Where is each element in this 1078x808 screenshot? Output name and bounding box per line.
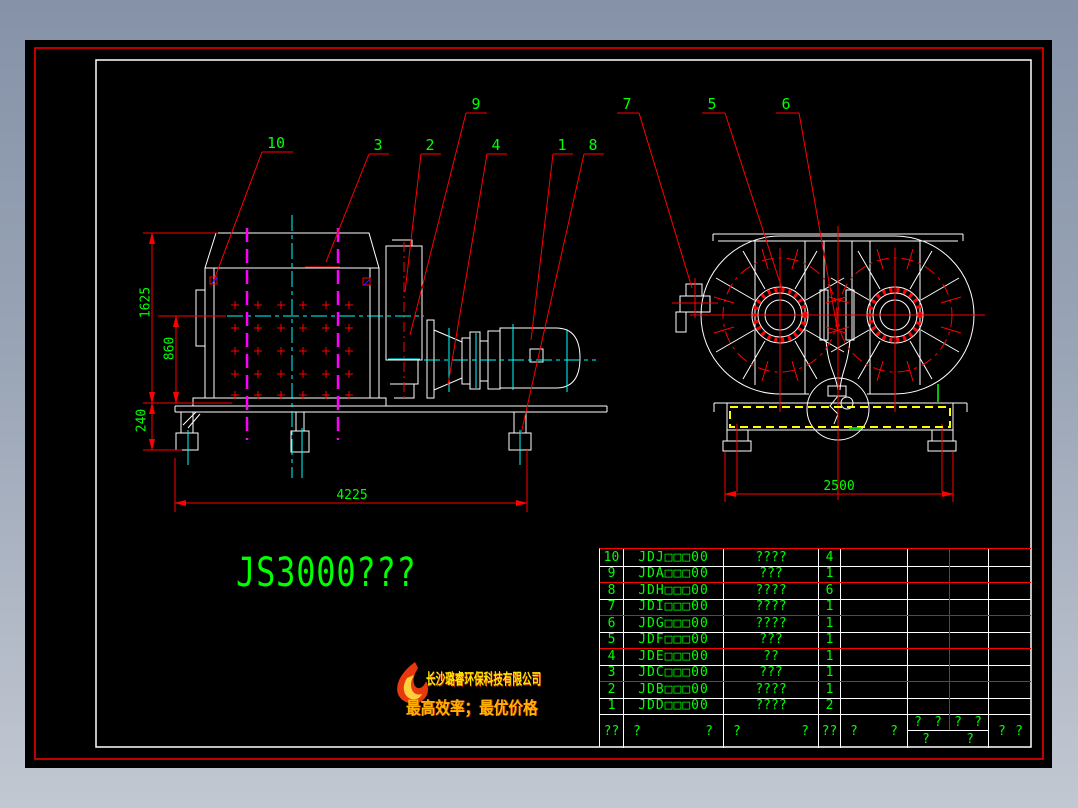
item-code: JDE□□□00 (624, 648, 724, 665)
callout-4: 4 (491, 136, 501, 154)
item-code: JDA□□□00 (624, 565, 724, 582)
item-name: ???? (724, 681, 819, 698)
item-no: 2 (600, 681, 624, 698)
item-code: JDD□□□00 (624, 697, 724, 714)
row-line (600, 598, 1031, 600)
table-row: 3 JDC□□□00??? 1 (600, 664, 1032, 681)
cad-viewer-window: 10 3 2 9 4 1 8 7 5 6 1625 860 240 4225 2… (0, 0, 1078, 808)
item-code: JDH□□□00 (624, 582, 724, 599)
item-no: 9 (600, 565, 624, 582)
table-row: 5 JDF□□□00??? 1 (600, 631, 1032, 648)
table-row: 9 JDA□□□00??? 1 (600, 565, 1032, 582)
item-no: 4 (600, 648, 624, 665)
item-qty: 1 (819, 631, 841, 648)
item-code: JDC□□□00 (624, 664, 724, 681)
row-line (600, 615, 1031, 616)
item-code: JDI□□□00 (624, 598, 724, 615)
item-code: JDB□□□00 (624, 681, 724, 698)
item-name: ???? (724, 549, 819, 566)
table-row: 6 JDG□□□00???? 1 (600, 615, 1032, 632)
item-name: ???? (724, 598, 819, 615)
item-code: JDF□□□00 (624, 631, 724, 648)
row-line (600, 681, 1031, 682)
item-name: ??? (724, 565, 819, 582)
item-code: JDG□□□00 (624, 615, 724, 632)
item-qty: 1 (819, 664, 841, 681)
table-row: 1 JDD□□□00???? 2 (600, 697, 1032, 714)
callout-3: 3 (373, 136, 383, 154)
company-name: 长沙璐睿环保科技有限公司 (426, 671, 542, 688)
dim-base-height: 240 (134, 408, 150, 433)
item-no: 10 (600, 549, 624, 566)
item-no: 3 (600, 664, 624, 681)
table-row: 8 JDH□□□00???? 6 (600, 582, 1032, 599)
item-no: 6 (600, 615, 624, 632)
drawing-title: JS3000??? (236, 550, 417, 596)
item-qty: 1 (819, 615, 841, 632)
parts-table: 10 JDJ□□□00???? 4 9 JDA□□□00??? 1 8 JDH□□□00?… (599, 548, 1032, 748)
callout-5: 5 (707, 95, 717, 113)
table-row: 7 JDI□□□00???? 1 (600, 598, 1032, 615)
dim-axis-height: 860 (162, 336, 178, 361)
callout-10: 10 (266, 134, 286, 152)
item-code: JDJ□□□00 (624, 549, 724, 566)
item-name: ??? (724, 664, 819, 681)
item-name: ???? (724, 615, 819, 632)
item-no: 1 (600, 697, 624, 714)
table-row: 10 JDJ□□□00???? 4 (600, 549, 1032, 566)
dim-total-height: 1625 (138, 286, 154, 319)
item-no: 5 (600, 631, 624, 648)
footer-cell-split: ???? ?? (908, 714, 989, 748)
row-line (600, 565, 1031, 567)
dim-side-width: 2500 (823, 479, 855, 494)
item-qty: 4 (819, 549, 841, 566)
table-row: 4 JDE□□□00?? 1 (600, 648, 1032, 665)
dim-front-width: 4225 (336, 488, 368, 503)
item-qty: 2 (819, 697, 841, 714)
callout-9: 9 (471, 95, 481, 113)
footer-cell: ?? (724, 714, 819, 748)
footer-cell: ?? (998, 723, 1023, 739)
item-qty: 1 (819, 565, 841, 582)
item-name: ??? (724, 631, 819, 648)
item-qty: 1 (819, 598, 841, 615)
red-column-line (949, 549, 950, 731)
item-name: ???? (724, 697, 819, 714)
callout-8: 8 (588, 136, 598, 154)
item-name: ?? (724, 648, 819, 665)
item-qty: 1 (819, 681, 841, 698)
item-qty: 1 (819, 648, 841, 665)
row-line (600, 697, 1031, 699)
row-line (600, 648, 1031, 649)
row-line (600, 631, 1031, 633)
table-row: 2 JDB□□□00???? 1 (600, 681, 1032, 698)
title-block-footer: ?? ?? ?? ?? ?? ???? ?? ?? (600, 714, 1032, 748)
callout-1: 1 (557, 136, 567, 154)
item-no: 8 (600, 582, 624, 599)
item-name: ???? (724, 582, 819, 599)
footer-cell: ?? (624, 714, 724, 748)
callout-2: 2 (425, 136, 435, 154)
row-line (600, 664, 1031, 666)
row-line (600, 582, 1031, 583)
callout-7: 7 (622, 95, 632, 113)
callout-6: 6 (781, 95, 791, 113)
item-qty: 6 (819, 582, 841, 599)
item-no: 7 (600, 598, 624, 615)
footer-cell: ?? (600, 714, 624, 748)
company-slogan: 最高效率；最优价格 (406, 699, 538, 718)
footer-cell: ?? (819, 714, 841, 748)
footer-cell: ?? (841, 714, 908, 748)
